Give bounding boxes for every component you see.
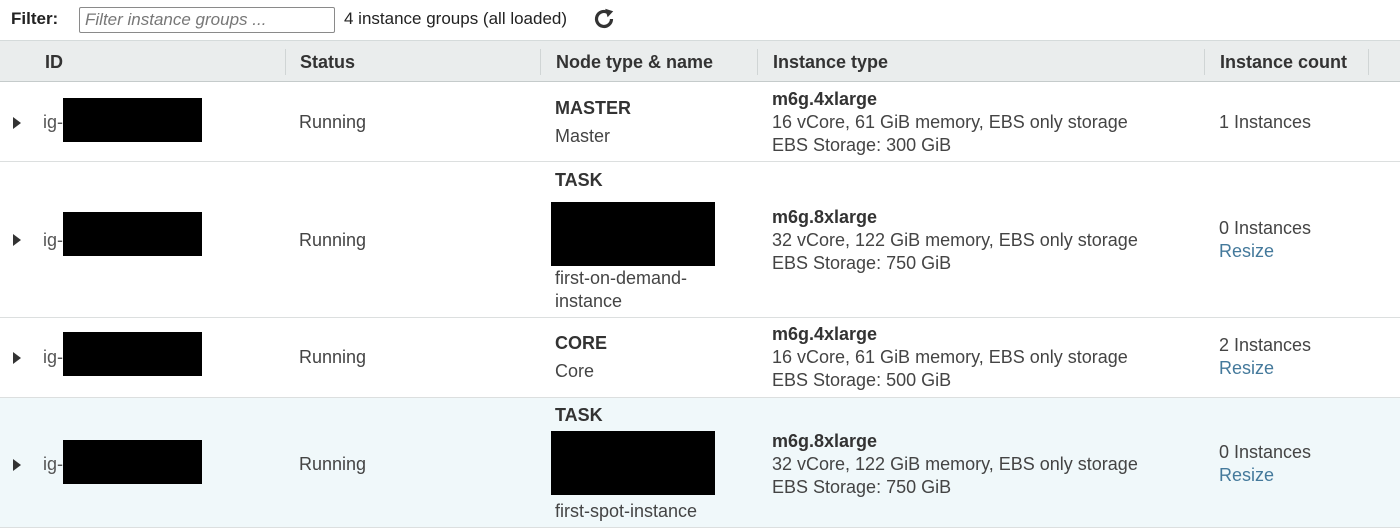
table-header: ID Status Node type & name Instance type… [0,40,1400,82]
column-header-id[interactable]: ID [45,41,63,83]
ebs-storage: EBS Storage: 750 GiB [772,477,952,497]
instance-type-name: m6g.4xlarge [772,324,878,344]
column-header-instance-count[interactable]: Instance count [1220,41,1347,83]
instance-group-id: ig- [43,230,64,250]
instance-group-id: ig- [43,347,64,367]
node-type: MASTER [555,98,631,118]
instance-type-name: m6g.8xlarge [772,207,878,227]
redacted-id [63,98,202,142]
instance-type-name: m6g.8xlarge [772,431,878,451]
instance-specs: 32 vCore, 122 GiB memory, EBS only stora… [772,230,1138,250]
table-row[interactable]: ig- Running CORE Core m6g.4xlarge 16 vCo… [0,318,1400,398]
status-text: Running [299,347,367,367]
node-type: CORE [555,333,608,353]
resize-link[interactable]: Resize [1219,358,1274,379]
instance-type-name: m6g.4xlarge [772,89,878,109]
instance-group-id: ig- [43,112,64,132]
redacted-id [63,440,202,484]
instance-count: 0 Instances [1219,442,1312,462]
redacted-id [63,332,202,376]
node-type: TASK [555,405,603,425]
column-header-node-type[interactable]: Node type & name [556,41,713,83]
instance-group-count: 4 instance groups (all loaded) [344,9,568,28]
ebs-storage: EBS Storage: 300 GiB [772,135,952,155]
table-row[interactable]: ig- Running MASTER Master m6g.4xlarge 16… [0,82,1400,162]
instance-group-id: ig- [43,454,64,474]
column-header-instance-type[interactable]: Instance type [773,41,888,83]
table-row[interactable]: ig- Running TASK first-on-demand- instan… [0,162,1400,318]
status-text: Running [299,230,367,250]
expand-caret-icon[interactable] [13,459,21,471]
status-text: Running [299,454,367,474]
ebs-storage: EBS Storage: 500 GiB [772,370,952,390]
column-divider [1204,49,1205,75]
instance-count: 2 Instances [1219,335,1312,355]
ebs-storage: EBS Storage: 750 GiB [772,253,952,273]
column-divider [540,49,541,75]
status-text: Running [299,112,367,132]
instance-specs: 32 vCore, 122 GiB memory, EBS only stora… [772,454,1138,474]
node-name-line: first-on-demand- [555,268,688,288]
node-type: TASK [555,170,603,190]
expand-caret-icon[interactable] [13,234,21,246]
column-divider [757,49,758,75]
instance-count: 0 Instances [1219,218,1312,238]
instance-specs: 16 vCore, 61 GiB memory, EBS only storag… [772,112,1128,132]
table-row[interactable]: ig- Running TASK first-spot-instance m6g… [0,398,1400,528]
expand-caret-icon[interactable] [13,117,21,129]
node-name: Core [555,361,595,381]
node-name-line: instance [555,291,623,311]
resize-link[interactable]: Resize [1219,241,1274,262]
node-name: Master [555,126,611,146]
redacted-node-name [551,202,715,266]
redacted-node-name [551,431,715,495]
column-divider [285,49,286,75]
resize-link[interactable]: Resize [1219,465,1274,486]
column-divider [1368,49,1369,75]
refresh-icon[interactable] [592,7,616,31]
column-header-status[interactable]: Status [300,41,355,83]
filter-input[interactable] [79,7,335,33]
instance-specs: 16 vCore, 61 GiB memory, EBS only storag… [772,347,1128,367]
filter-bar: Filter: 4 instance groups (all loaded) [0,0,1400,40]
node-name: first-spot-instance [555,501,698,521]
redacted-id [63,212,202,256]
instance-count: 1 Instances [1219,112,1312,132]
filter-label: Filter: [11,9,59,28]
expand-caret-icon[interactable] [13,352,21,364]
